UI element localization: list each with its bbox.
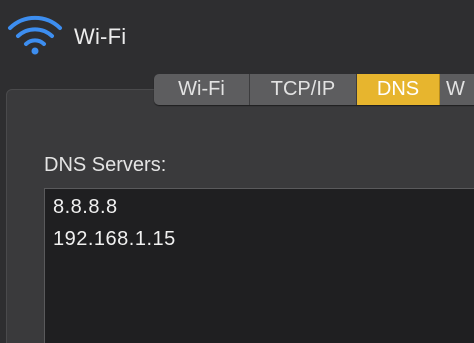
tab-wins[interactable]: W [440,74,474,105]
page-title: Wi-Fi [74,24,127,49]
dns-server-entry[interactable]: 192.168.1.15 [53,228,176,251]
dns-servers-label: DNS Servers: [44,154,167,176]
network-preferences-window: Wi-Fi Wi-Fi TCP/IP DNS W DNS Servers: 8.… [0,0,474,343]
wifi-icon [6,14,64,56]
tab-tcpip[interactable]: TCP/IP [250,74,357,105]
tab-wifi[interactable]: Wi-Fi [154,74,250,105]
tab-dns[interactable]: DNS [357,74,440,105]
dns-server-entry[interactable]: 8.8.8.8 [53,196,118,219]
header: Wi-Fi [0,0,474,70]
dns-servers-list[interactable]: 8.8.8.8 192.168.1.15 [44,188,474,343]
tab-bar: Wi-Fi TCP/IP DNS W [154,74,474,105]
